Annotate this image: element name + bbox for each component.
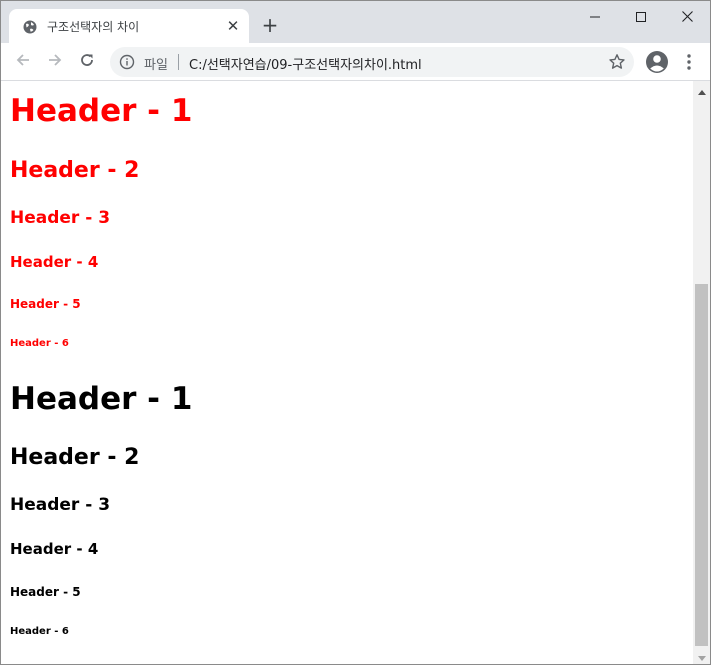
scrollbar-thumb[interactable] [695, 284, 708, 646]
star-icon[interactable] [608, 53, 626, 71]
maximize-button[interactable] [618, 1, 664, 31]
black-header-5: Header - 5 [10, 585, 81, 599]
address-bar[interactable]: 파일 C:/선택자연습/09-구조선택자의차이.html [110, 47, 634, 77]
black-header-2: Header - 2 [10, 445, 140, 470]
black-header-3: Header - 3 [10, 495, 111, 515]
tab-active[interactable]: 구조선택자의 차이 ✕ [9, 9, 249, 43]
account-icon[interactable] [645, 50, 669, 74]
page-viewport: Header - 1 Header - 2 Header - 3 Header … [1, 81, 693, 664]
minimize-icon [590, 7, 600, 26]
reload-button[interactable] [74, 49, 100, 75]
url-text[interactable]: C:/선택자연습/09-구조선택자의차이.html [189, 54, 422, 73]
arrow-right-icon [47, 52, 63, 72]
minimize-button[interactable] [572, 1, 618, 31]
browser-window: 구조선택자의 차이 ✕ + 파일 C:/선택자연습/09-구조선택자의차이.ht… [0, 0, 711, 665]
triangle-up-icon [697, 80, 706, 99]
tab-title: 구조선택자의 차이 [47, 20, 140, 34]
address-separator [178, 54, 179, 70]
arrow-left-icon [15, 52, 31, 72]
tab-strip: 구조선택자의 차이 ✕ + [1, 1, 710, 43]
red-header-3: Header - 3 [10, 208, 111, 228]
close-window-button[interactable] [664, 1, 710, 31]
back-button[interactable] [10, 49, 36, 75]
info-icon[interactable] [119, 54, 135, 70]
red-header-5: Header - 5 [10, 297, 81, 311]
forward-button[interactable] [42, 49, 68, 75]
browser-toolbar: 파일 C:/선택자연습/09-구조선택자의차이.html [1, 43, 710, 81]
black-header-6: Header - 6 [10, 626, 69, 637]
close-tab-button[interactable]: ✕ [223, 16, 243, 36]
triangle-down-icon [697, 646, 706, 664]
vertical-scrollbar[interactable] [693, 81, 710, 664]
kebab-menu-icon[interactable] [679, 50, 699, 74]
scroll-up-button[interactable] [693, 81, 710, 98]
red-header-6: Header - 6 [10, 338, 69, 349]
reload-icon [79, 52, 95, 72]
black-header-1: Header - 1 [10, 381, 193, 417]
new-tab-button[interactable]: + [259, 14, 281, 36]
red-header-2: Header - 2 [10, 158, 140, 183]
security-label: 파일 [144, 58, 168, 73]
close-icon [681, 7, 693, 26]
globe-icon [23, 19, 37, 34]
black-header-4: Header - 4 [10, 540, 99, 558]
maximize-icon [636, 7, 646, 26]
red-header-4: Header - 4 [10, 253, 99, 271]
scroll-down-button[interactable] [693, 647, 710, 664]
red-header-1: Header - 1 [10, 93, 193, 129]
